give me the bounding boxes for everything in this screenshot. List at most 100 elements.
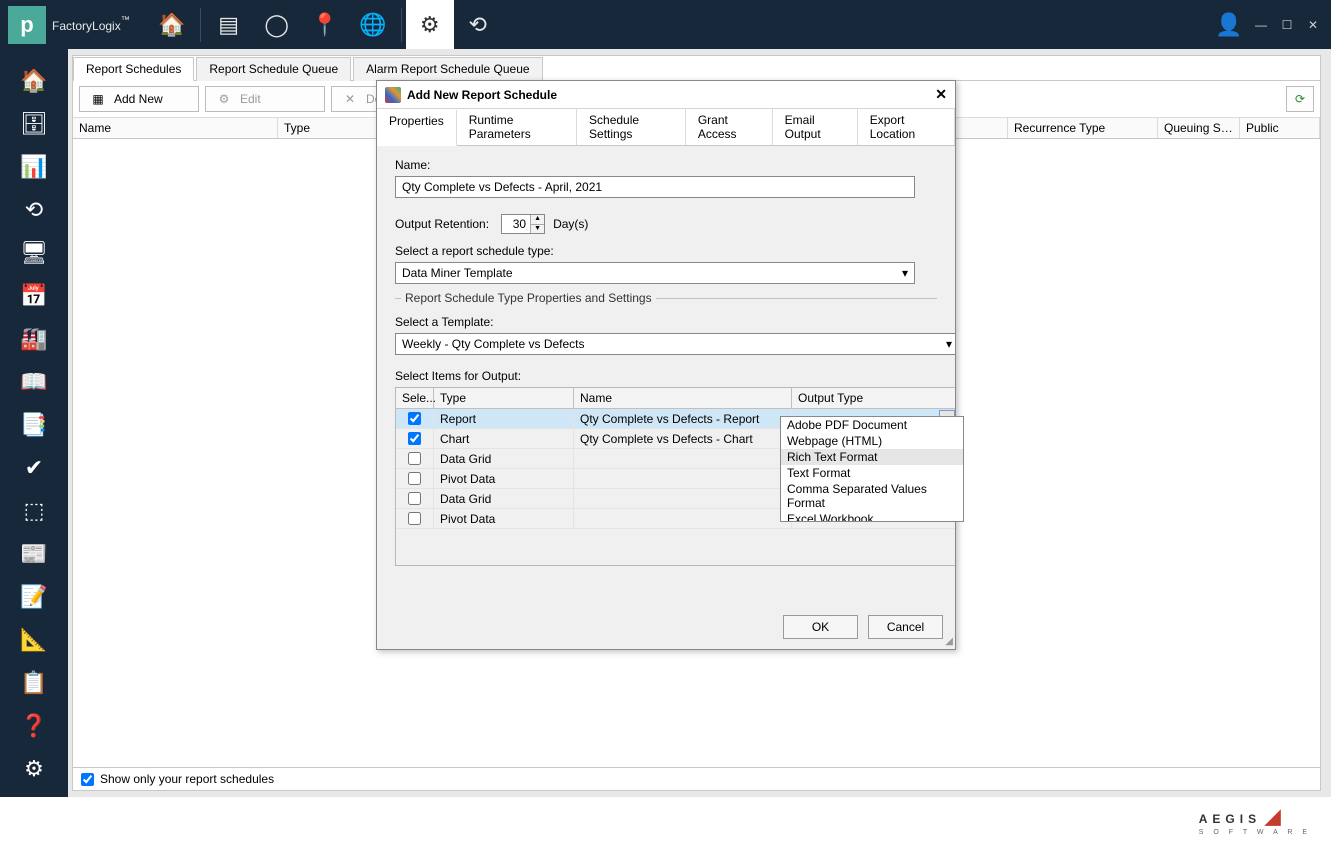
nav-home-icon[interactable]: 🏠	[0, 59, 68, 102]
nav-monitor-icon[interactable]: 🖥	[0, 231, 68, 274]
nav-notes-icon[interactable]: 📝	[0, 575, 68, 618]
edit-label: Edit	[240, 92, 261, 106]
item-checkbox-cell	[396, 469, 434, 489]
add-report-schedule-dialog: Add New Report Schedule ✕ Properties Run…	[376, 80, 956, 650]
footer-caret-icon: ◢	[1265, 806, 1285, 828]
type-select[interactable]: Data Miner Template ▾	[395, 262, 915, 284]
dialog-titlebar[interactable]: Add New Report Schedule ✕	[377, 81, 955, 109]
col-recurrence[interactable]: Recurrence Type	[1008, 118, 1158, 138]
content-tabs: Report Schedules Report Schedule Queue A…	[73, 56, 1320, 81]
cancel-button[interactable]: Cancel	[868, 615, 943, 639]
col-public[interactable]: Public	[1240, 118, 1320, 138]
tab-export-location[interactable]: Export Location	[858, 109, 955, 145]
item-checkbox[interactable]	[408, 452, 421, 465]
output-type-option[interactable]: Webpage (HTML)	[781, 433, 963, 449]
nav-database-icon[interactable]: 🗄	[0, 102, 68, 145]
show-only-label: Show only your report schedules	[100, 772, 274, 786]
top-bar: p FactoryLogix™ 🏠 ▤ ◯ 📍 🌐 ⚙ ⟲ 👤 — ☐ ✕	[0, 0, 1331, 49]
nav-copy-icon[interactable]: 📑	[0, 403, 68, 446]
nav-form-icon[interactable]: 📰	[0, 532, 68, 575]
separator	[401, 8, 402, 42]
retention-spinner[interactable]: ▲▼	[530, 215, 544, 233]
output-type-option[interactable]: Text Format	[781, 465, 963, 481]
dialog-close-button[interactable]: ✕	[935, 86, 947, 103]
spinner-up-icon[interactable]: ▲	[530, 215, 544, 225]
item-checkbox[interactable]	[408, 512, 421, 525]
nav-check-icon[interactable]: ✔	[0, 446, 68, 489]
refresh-button[interactable]: ⟳	[1286, 86, 1314, 112]
col-queuing-sus[interactable]: Queuing Sus...	[1158, 118, 1240, 138]
item-name: Qty Complete vs Defects - Chart	[574, 429, 792, 449]
pin-icon[interactable]: 📍	[301, 0, 349, 49]
gear-icon[interactable]: ⚙	[406, 0, 454, 49]
item-checkbox-cell	[396, 489, 434, 509]
add-new-button[interactable]: ▦Add New	[79, 86, 199, 112]
chevron-down-icon: ▾	[902, 266, 908, 280]
tab-grant-access[interactable]: Grant Access	[686, 109, 773, 145]
item-type: Pivot Data	[434, 469, 574, 489]
item-checkbox[interactable]	[408, 412, 421, 425]
items-col-name[interactable]: Name	[574, 388, 792, 408]
items-col-type[interactable]: Type	[434, 388, 574, 408]
item-checkbox-cell	[396, 509, 434, 529]
output-type-option[interactable]: Excel Workbook	[781, 511, 963, 521]
nav-book-icon[interactable]: 📖	[0, 360, 68, 403]
stack-icon[interactable]: ▤	[205, 0, 253, 49]
brand-first: Factory	[52, 19, 92, 33]
item-checkbox[interactable]	[408, 432, 421, 445]
brand-text: FactoryLogix™	[52, 13, 130, 36]
app-logo: p	[8, 6, 46, 44]
nav-calendar-icon[interactable]: 📅	[0, 274, 68, 317]
dialog-tabs: Properties Runtime Parameters Schedule S…	[377, 109, 955, 146]
spinner-down-icon[interactable]: ▼	[530, 225, 544, 234]
nav-settings-icon[interactable]: ⚙	[0, 747, 68, 790]
output-type-dropdown[interactable]: Adobe PDF DocumentWebpage (HTML)Rich Tex…	[780, 416, 964, 522]
show-only-checkbox[interactable]	[81, 773, 94, 786]
item-name	[574, 489, 792, 509]
nav-chart-icon[interactable]: 📊	[0, 145, 68, 188]
nav-ruler-icon[interactable]: 📐	[0, 618, 68, 661]
ok-button[interactable]: OK	[783, 615, 858, 639]
separator	[200, 8, 201, 42]
item-type: Report	[434, 409, 574, 429]
output-type-option[interactable]: Rich Text Format	[781, 449, 963, 465]
template-select[interactable]: Weekly - Qty Complete vs Defects ▾	[395, 333, 955, 355]
nav-tree-icon[interactable]: ⬚	[0, 489, 68, 532]
nav-clipboard-icon[interactable]: 📋	[0, 661, 68, 704]
ring-icon[interactable]: ◯	[253, 0, 301, 49]
tab-report-schedules[interactable]: Report Schedules	[73, 57, 194, 81]
output-type-option[interactable]: Adobe PDF Document	[781, 417, 963, 433]
items-col-output[interactable]: Output Type	[792, 388, 955, 408]
resize-handle-icon[interactable]: ◢	[945, 636, 953, 647]
nav-history-icon[interactable]: ⟲	[0, 188, 68, 231]
item-type: Data Grid	[434, 449, 574, 469]
name-input[interactable]	[395, 176, 915, 198]
close-button[interactable]: ✕	[1305, 18, 1321, 32]
type-label: Select a report schedule type:	[395, 244, 937, 258]
globe-icon[interactable]: 🌐	[349, 0, 397, 49]
tab-report-schedule-queue[interactable]: Report Schedule Queue	[196, 57, 351, 81]
tab-alarm-report-schedule-queue[interactable]: Alarm Report Schedule Queue	[353, 57, 542, 81]
tab-properties[interactable]: Properties	[377, 110, 457, 146]
edit-button[interactable]: ⚙Edit	[205, 86, 325, 112]
col-name[interactable]: Name	[73, 118, 278, 138]
brand-second: Logix	[92, 19, 121, 33]
nav-help-icon[interactable]: ❓	[0, 704, 68, 747]
home-icon[interactable]: 🏠	[148, 0, 196, 49]
tab-email-output[interactable]: Email Output	[773, 109, 858, 145]
type-select-value: Data Miner Template	[402, 266, 513, 280]
dialog-body: Name: Output Retention: ▲▼ Day(s) Select…	[377, 146, 955, 605]
output-type-option[interactable]: Comma Separated Values Format	[781, 481, 963, 511]
items-col-select[interactable]: Sele...	[396, 388, 434, 408]
nav-warehouse-icon[interactable]: 🏭	[0, 317, 68, 360]
restore-icon[interactable]: ⟲	[454, 0, 502, 49]
tab-schedule-settings[interactable]: Schedule Settings	[577, 109, 686, 145]
item-checkbox[interactable]	[408, 492, 421, 505]
user-icon[interactable]: 👤	[1205, 0, 1253, 49]
maximize-button[interactable]: ☐	[1279, 18, 1295, 32]
items-label: Select Items for Output:	[395, 369, 937, 383]
chevron-down-icon: ▾	[946, 337, 952, 351]
minimize-button[interactable]: —	[1253, 18, 1269, 32]
item-checkbox[interactable]	[408, 472, 421, 485]
tab-runtime-parameters[interactable]: Runtime Parameters	[457, 109, 577, 145]
